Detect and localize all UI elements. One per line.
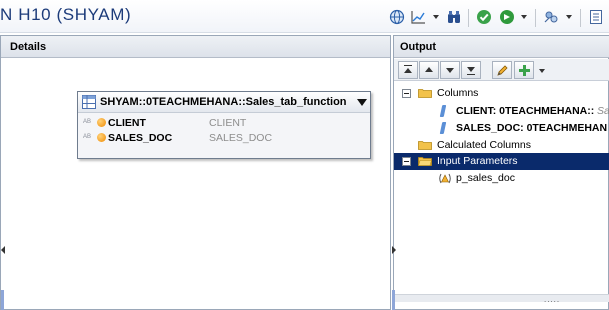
details-title: Details xyxy=(10,41,47,53)
tree-item-columns[interactable]: Columns xyxy=(394,85,609,102)
column-icon xyxy=(439,122,447,134)
toolbar-separator xyxy=(580,9,581,27)
chart-icon[interactable] xyxy=(410,9,426,25)
debug-icon[interactable] xyxy=(543,9,559,25)
arrow-down-icon xyxy=(446,68,454,73)
page-title: N H10 (SHYAM) xyxy=(0,5,132,24)
run-icon[interactable] xyxy=(499,9,515,25)
tree-label: CLIENT: 0TEACHMEHANA:: xyxy=(456,105,595,117)
table-node-title: SHYAM::0TEACHMEHANA::Sales_tab_function xyxy=(100,96,347,108)
tree-item-input-parameters[interactable]: Input Parameters xyxy=(394,153,609,170)
debug-dropdown-icon[interactable] xyxy=(566,15,572,19)
grip-icon[interactable]: ..... xyxy=(544,295,564,304)
tree-item-column[interactable]: CLIENT: 0TEACHMEHANA:: Sa xyxy=(394,103,609,120)
move-down-button[interactable] xyxy=(440,61,460,79)
arrow-up-icon xyxy=(404,68,412,73)
run-dropdown-icon[interactable] xyxy=(521,15,527,19)
toolbar-separator xyxy=(535,9,536,27)
table-node-header[interactable]: SHYAM::0TEACHMEHANA::Sales_tab_function xyxy=(78,92,370,113)
tree-label: Calculated Columns xyxy=(437,139,531,151)
collapse-left-icon[interactable] xyxy=(1,246,5,254)
horizontal-scrollbar[interactable]: ..... xyxy=(394,294,609,304)
add-button[interactable] xyxy=(514,61,534,79)
string-type-icon: AB xyxy=(83,119,92,125)
column-alias: CLIENT xyxy=(209,117,247,129)
chevron-down-icon[interactable] xyxy=(357,99,367,106)
toolbar-separator xyxy=(468,9,469,27)
column-dot-icon xyxy=(97,118,106,127)
collapse-icon[interactable] xyxy=(402,89,411,98)
top-bar-icon xyxy=(404,65,412,66)
bottom-bar-icon xyxy=(467,74,475,75)
table-column-row[interactable]: AB CLIENT CLIENT xyxy=(78,115,370,131)
binoculars-icon[interactable] xyxy=(446,9,462,25)
column-name: CLIENT xyxy=(108,117,146,129)
folder-open-icon xyxy=(418,157,432,166)
details-panel: Details SHYAM::0TEACHMEHANA::Sales_tab_f… xyxy=(0,35,391,310)
editor-header: N H10 (SHYAM) xyxy=(0,0,609,33)
column-alias: SALES_DOC xyxy=(209,132,273,144)
tree-item-parameter[interactable]: p_sales_doc xyxy=(394,170,609,187)
tree-label: Columns xyxy=(437,87,479,99)
chart-dropdown-icon[interactable] xyxy=(433,15,439,19)
tree-label-suffix: Sa xyxy=(597,105,609,117)
table-function-node[interactable]: SHYAM::0TEACHMEHANA::Sales_tab_function … xyxy=(77,91,371,159)
scroll-indicator xyxy=(1,290,4,310)
column-name: SALES_DOC xyxy=(108,132,173,144)
table-column-row[interactable]: AB SALES_DOC SALES_DOC xyxy=(78,130,370,146)
folder-icon xyxy=(418,89,432,98)
collapse-icon[interactable] xyxy=(402,157,411,166)
folder-icon xyxy=(418,141,432,150)
move-up-button[interactable] xyxy=(419,61,439,79)
plus-icon xyxy=(519,65,530,76)
table-icon xyxy=(82,95,96,109)
collapse-right-icon[interactable] xyxy=(392,246,396,254)
column-icon xyxy=(439,105,447,117)
globe-icon[interactable] xyxy=(389,9,405,25)
string-type-icon: AB xyxy=(83,134,92,140)
add-dropdown-icon[interactable] xyxy=(539,69,545,73)
column-dot-icon xyxy=(97,133,106,142)
arrow-up-icon xyxy=(425,67,433,72)
pencil-icon xyxy=(497,65,508,76)
move-top-button[interactable] xyxy=(398,61,418,79)
tree-label: p_sales_doc xyxy=(456,172,515,184)
output-title: Output xyxy=(400,41,437,53)
edit-button[interactable] xyxy=(492,61,512,79)
tree-item-calculated-columns[interactable]: Calculated Columns xyxy=(394,137,609,154)
tree-label: SALES_DOC: 0TEACHMEHAN xyxy=(456,122,608,134)
output-panel: Output Columns CLIENT: 0TEACHMEHANA:: Sa… xyxy=(392,35,609,310)
scroll-indicator xyxy=(392,290,395,310)
arrow-down-icon xyxy=(467,67,475,72)
parameter-icon xyxy=(439,173,451,184)
check-icon[interactable] xyxy=(476,9,492,25)
move-bottom-button[interactable] xyxy=(461,61,481,79)
output-toolbar xyxy=(394,59,609,81)
output-header: Output xyxy=(394,36,609,58)
tree-item-column[interactable]: SALES_DOC: 0TEACHMEHAN xyxy=(394,120,609,137)
tree-label: Input Parameters xyxy=(437,155,518,167)
details-header: Details xyxy=(1,36,390,58)
panel-icon[interactable] xyxy=(588,9,604,25)
